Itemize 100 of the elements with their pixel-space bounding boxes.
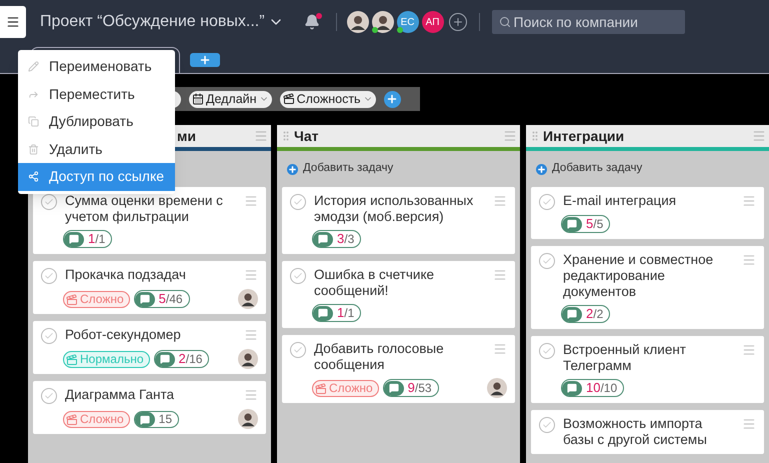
comment-icon: [384, 380, 404, 396]
menu-icon[interactable]: [742, 343, 756, 357]
search-field[interactable]: Поиск по компании: [492, 10, 685, 34]
tag-label: Сложно: [80, 412, 124, 427]
task-title: Прокачка подзадач: [65, 267, 187, 283]
complete-checkbox[interactable]: [41, 268, 57, 284]
add-task-button[interactable]: Добавить задачу: [536, 160, 642, 178]
avatar-icon: [372, 11, 394, 33]
clapperboard-icon: [282, 93, 295, 105]
task-card[interactable]: Встроенный клиент Телеграмм 10/10: [531, 336, 764, 403]
menu-icon[interactable]: [244, 194, 258, 208]
task-card[interactable]: Хранение и совместное редактирование документов 2/2: [531, 246, 764, 329]
trash-icon: [28, 144, 39, 155]
check-icon: [542, 197, 552, 207]
add-tab-button[interactable]: [190, 53, 220, 67]
complete-checkbox[interactable]: [539, 417, 555, 433]
comment-icon: [562, 306, 582, 322]
task-title: Возможность импорта базы с другой системы: [563, 416, 708, 448]
filter-pill[interactable]: Дедлайн: [189, 90, 272, 108]
comment-count: 5/5: [586, 216, 604, 232]
complete-checkbox[interactable]: [539, 194, 555, 210]
comment-icon: [562, 216, 582, 232]
comment-count: 1/1: [88, 231, 106, 247]
check-icon: [293, 197, 303, 207]
task-card[interactable]: Добавить голосовые сообщения Сложно 9/53: [282, 335, 515, 403]
check-icon: [293, 271, 303, 281]
check-icon: [542, 346, 552, 356]
complete-checkbox[interactable]: [290, 268, 306, 284]
menu-icon[interactable]: [493, 194, 507, 208]
menu-icon[interactable]: [254, 129, 268, 143]
menu-item[interactable]: Дублировать: [18, 108, 175, 136]
comment-count: 10/10: [586, 380, 618, 396]
add-member-button[interactable]: [448, 13, 467, 31]
sidebar-toggle-button[interactable]: [0, 6, 26, 38]
comment-icon: [134, 292, 155, 306]
menu-icon: [6, 15, 20, 29]
tag-label: Сложно: [80, 292, 124, 307]
menu-icon[interactable]: [244, 388, 258, 402]
check-icon: [44, 197, 54, 207]
comment-count: 5/46: [158, 291, 183, 307]
search-icon: [498, 16, 511, 28]
add-task-button[interactable]: Добавить задачу: [287, 160, 394, 178]
menu-item[interactable]: Удалить: [18, 136, 175, 163]
task-card[interactable]: E-mail интеграция 5/5: [531, 187, 764, 239]
member-avatar[interactable]: АП: [422, 11, 444, 33]
filter-pill[interactable]: Сложность: [280, 90, 376, 108]
share-icon: [28, 171, 39, 182]
check-icon: [44, 391, 54, 401]
task-card[interactable]: Сумма оценки времени с учетом фильтрации 1/1: [33, 187, 266, 254]
complete-checkbox[interactable]: [41, 328, 57, 344]
task-title: Робот-секундомер: [65, 327, 182, 343]
menu-icon[interactable]: [742, 253, 756, 267]
menu-icon[interactable]: [493, 268, 507, 282]
check-icon: [293, 345, 303, 355]
menu-icon[interactable]: [244, 268, 258, 282]
menu-icon[interactable]: [503, 129, 517, 143]
column-title: ми: [176, 126, 197, 146]
clapperboard-icon: [66, 354, 78, 366]
complete-checkbox[interactable]: [41, 388, 57, 404]
task-card[interactable]: История использованных эмодзи (моб.версия) 3/3: [282, 187, 515, 254]
plus-icon: [199, 54, 211, 66]
task-card[interactable]: Ошибка в счетчике сообщений! 1/1: [282, 261, 515, 328]
clapperboard-icon: [66, 294, 78, 306]
menu-item[interactable]: Переместить: [18, 80, 175, 108]
task-title: Добавить голосовые сообщения: [314, 341, 445, 373]
check-icon: [542, 420, 552, 430]
forward-arrow-icon: [28, 88, 39, 100]
column-title: Интеграции: [542, 126, 626, 146]
menu-icon[interactable]: [244, 328, 258, 342]
menu-icon[interactable]: [752, 129, 766, 143]
copy-icon: [28, 116, 39, 128]
comment-icon: [134, 412, 155, 427]
task-title: E-mail интеграция: [563, 193, 678, 209]
menu-icon[interactable]: [742, 194, 756, 208]
comment-icon: [154, 352, 174, 366]
complete-checkbox[interactable]: [539, 253, 555, 269]
task-title: Сумма оценки времени с учетом фильтрации: [65, 193, 224, 225]
clapperboard-icon: [315, 382, 327, 394]
complete-checkbox[interactable]: [290, 342, 306, 358]
tag-label: Нормально: [80, 352, 144, 367]
task-title: Встроенный клиент Телеграмм: [563, 342, 687, 374]
plus-icon: [287, 164, 298, 174]
complete-checkbox[interactable]: [539, 343, 555, 359]
task-title: Хранение и совместное редактирование документов: [563, 252, 714, 300]
task-card[interactable]: Прокачка подзадач Сложно 5/46: [33, 261, 266, 314]
task-card[interactable]: Диаграмма Ганта Сложно 15: [33, 381, 266, 434]
task-card[interactable]: Робот-секундомер Нормально 2/16: [33, 321, 266, 374]
add-filter-button[interactable]: [384, 90, 401, 108]
menu-item[interactable]: Переименовать: [18, 53, 175, 80]
complete-checkbox[interactable]: [290, 194, 306, 210]
check-icon: [44, 331, 54, 341]
column-title: Чат: [293, 126, 320, 146]
plus-icon: [386, 93, 398, 105]
menu-icon[interactable]: [493, 342, 507, 356]
menu-icon[interactable]: [742, 417, 756, 431]
task-title: Ошибка в счетчике сообщений!: [314, 267, 436, 299]
project-title[interactable]: Проект “Обсуждение новых...”: [40, 10, 265, 34]
plus-icon: [452, 16, 464, 28]
task-card[interactable]: Возможность импорта базы с другой системы: [531, 410, 764, 454]
bell-icon[interactable]: [304, 14, 320, 30]
